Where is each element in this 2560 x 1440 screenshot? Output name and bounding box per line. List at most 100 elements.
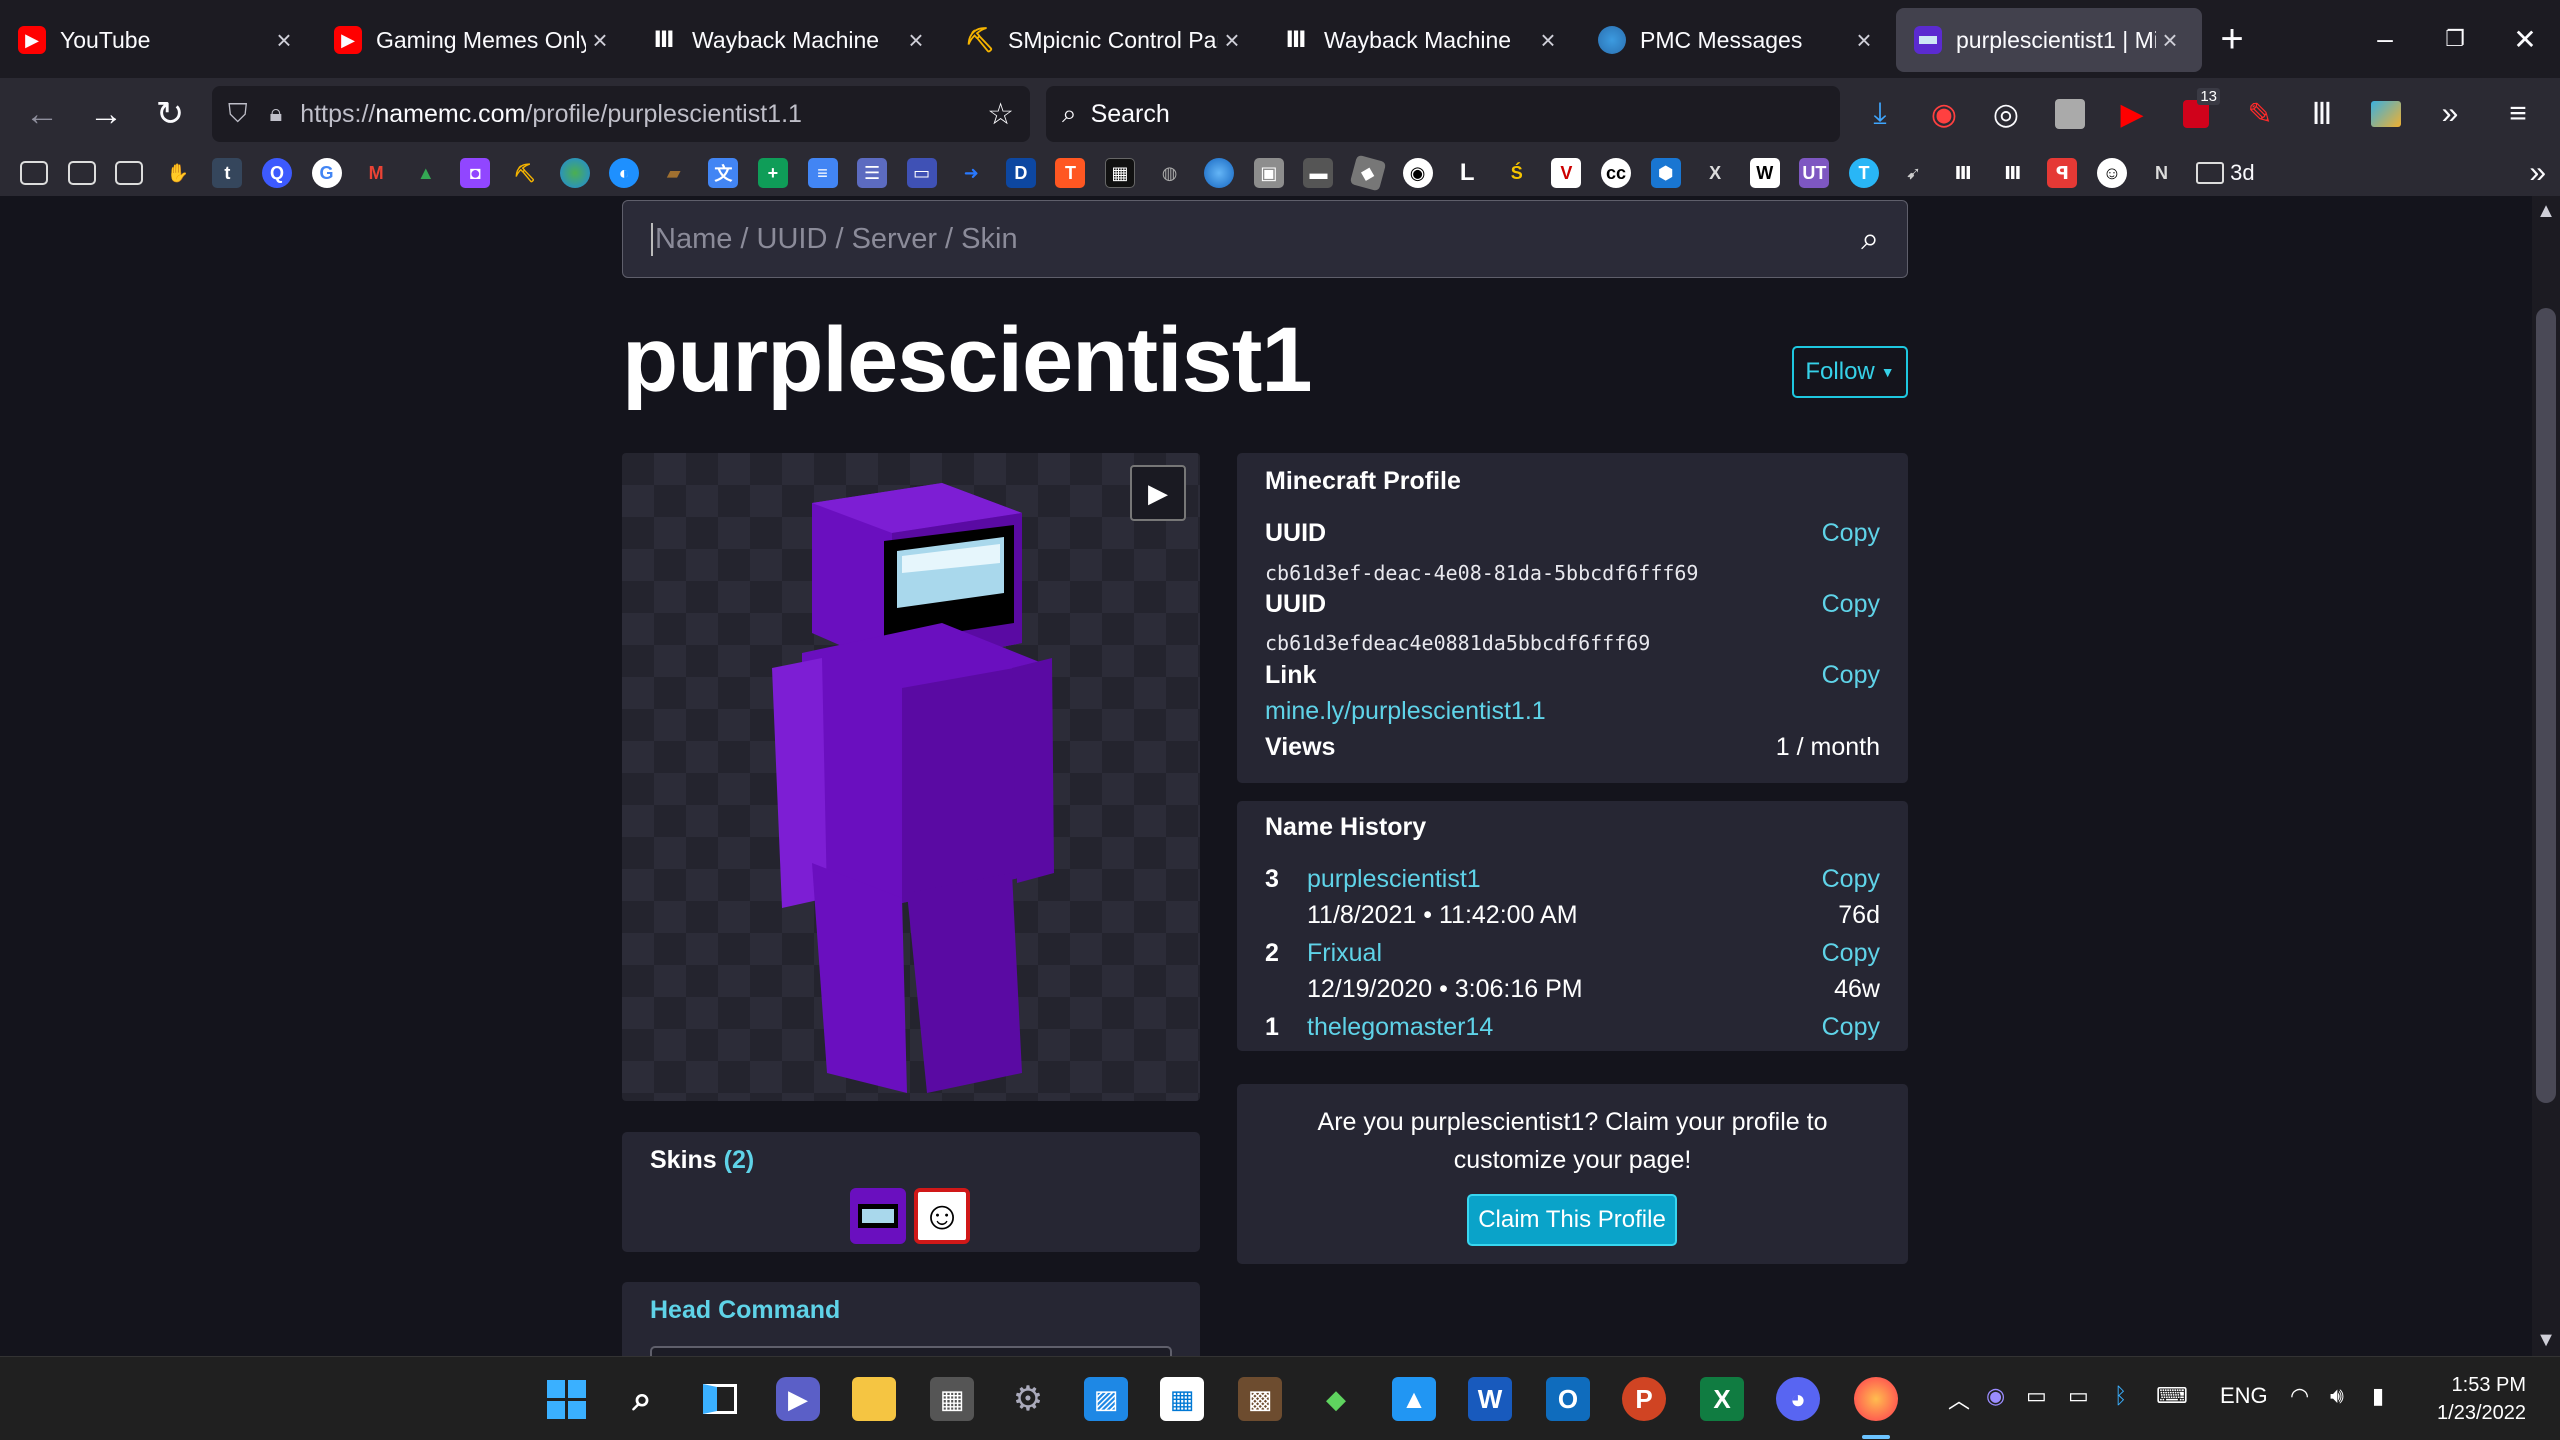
battery-icon[interactable]: ▭ <box>2026 1383 2047 1409</box>
system-clock[interactable]: 1:53 PM 1/23/2022 <box>2437 1371 2526 1427</box>
tab-namemc[interactable]: purplescientist1 | Minec × <box>1896 8 2202 72</box>
close-icon[interactable]: × <box>1534 25 1562 56</box>
teams-chat-icon[interactable]: ▶ <box>776 1377 820 1421</box>
search-bar[interactable]: ⌕ Search <box>1046 86 1840 142</box>
copy-name-button[interactable]: Copy <box>1822 939 1880 968</box>
bookmark-sphere-icon[interactable] <box>1204 158 1235 188</box>
bookmark-star-icon[interactable]: ☆ <box>987 97 1014 132</box>
bookmark-red-icon[interactable]: ꟼ <box>2047 158 2078 188</box>
history-name-link[interactable]: thelegomaster14 <box>1307 1013 1493 1042</box>
color-picker-icon[interactable]: ✎ <box>2232 86 2288 142</box>
bookmark-d-icon[interactable]: D <box>1005 158 1036 188</box>
minimize-icon[interactable]: – <box>2350 0 2420 78</box>
skin-thumbnail-amogus[interactable] <box>850 1188 906 1244</box>
head-command-input[interactable] <box>650 1346 1172 1356</box>
forward-icon[interactable]: → <box>74 86 138 142</box>
namemc-search-input[interactable]: Name / UUID / Server / Skin <box>651 222 1861 256</box>
photo-viewer-icon[interactable]: ▲ <box>1392 1377 1436 1421</box>
bookmark-drive-icon[interactable]: ▲ <box>411 158 441 188</box>
task-view-icon[interactable] <box>698 1377 742 1421</box>
windows-start-icon[interactable] <box>544 1377 588 1421</box>
close-icon[interactable]: × <box>1850 25 1878 56</box>
bookmark-forms-icon[interactable]: ☰ <box>857 158 888 188</box>
bookmark-sites-icon[interactable]: ▭ <box>906 158 937 188</box>
bluetooth-icon[interactable]: ᛒ <box>2114 1383 2127 1409</box>
tab-youtube[interactable]: ▶ YouTube × <box>0 8 316 72</box>
show-hidden-icons-icon[interactable]: ︿ <box>1948 1383 1970 1415</box>
bookmark-web-icon[interactable]: ◍ <box>1155 158 1185 188</box>
shield-icon[interactable]: ⛉ <box>228 98 248 130</box>
bookmark-hat-icon[interactable]: ▰ <box>659 158 689 188</box>
tab-pmc-messages[interactable]: PMC Messages × <box>1580 8 1896 72</box>
menu-icon[interactable]: ≡ <box>2490 86 2546 142</box>
minecraft-icon[interactable]: ▩ <box>1238 1377 1282 1421</box>
bookmark-v-icon[interactable]: V <box>1551 158 1582 188</box>
history-name-link[interactable]: purplescientist1 <box>1307 865 1481 894</box>
close-icon[interactable]: × <box>2156 25 2184 56</box>
scroll-up-icon[interactable]: ▲ <box>2532 200 2560 223</box>
firefox-icon[interactable] <box>1854 1377 1898 1421</box>
tab-smpicnic[interactable]: ⛏ SMpicnic Control Panel × <box>948 8 1264 72</box>
tab-wayback-2[interactable]: Ⅲ Wayback Machine × <box>1264 8 1580 72</box>
discord-icon[interactable]: ◕ <box>1776 1377 1820 1421</box>
bookmark-translate-icon[interactable]: 文 <box>708 158 739 188</box>
bookmark-l-icon[interactable]: L <box>1452 158 1482 188</box>
bookmark-tumblr-icon[interactable]: t <box>212 158 243 188</box>
bookmark-t-icon[interactable]: T <box>1055 158 1086 188</box>
bookmark-wikipedia-icon[interactable]: W <box>1749 158 1780 188</box>
bookmark-google-icon[interactable]: G <box>311 158 342 188</box>
bookmark-hex-icon[interactable]: ⬢ <box>1650 158 1681 188</box>
history-name-link[interactable]: Frixual <box>1307 939 1382 968</box>
bookmark-twitch-icon[interactable]: ◘ <box>460 158 491 188</box>
settings-icon[interactable]: ⚙ <box>1006 1377 1050 1421</box>
bookmark-arrow-icon[interactable]: ➜ <box>956 158 986 188</box>
url-bar[interactable]: ⛉ 🔒︎ https:// namemc.com /profile/purple… <box>212 86 1030 142</box>
reload-icon[interactable]: ↻ <box>138 86 202 142</box>
bookmark-ni-icon[interactable]: N <box>2147 158 2177 188</box>
close-window-icon[interactable]: ✕ <box>2490 0 2560 78</box>
bookmark-bar-icon[interactable]: ▬ <box>1303 158 1334 188</box>
file-explorer-icon[interactable] <box>852 1377 896 1421</box>
screen-capture-icon[interactable] <box>2358 86 2414 142</box>
archive-extension-icon[interactable]: Ⅲ <box>2294 86 2350 142</box>
search-icon[interactable]: ⌕ <box>620 1377 664 1421</box>
bookmarks-overflow-icon[interactable]: » <box>2529 156 2546 190</box>
extension-generic-icon[interactable] <box>2042 86 2098 142</box>
calculator-icon[interactable]: ▦ <box>930 1377 974 1421</box>
youtube-extension-icon[interactable]: ▶ <box>2104 86 2160 142</box>
bookmark-archive-icon[interactable]: Ⅲ <box>1998 158 2028 188</box>
bookmark-circle-icon[interactable]: ◐ <box>609 158 640 188</box>
bookmark-tile-icon[interactable]: ◆ <box>1349 154 1387 192</box>
close-icon[interactable]: × <box>270 25 298 56</box>
restore-icon[interactable]: ❐ <box>2420 0 2490 78</box>
bookmark-t2-icon[interactable]: T <box>1848 158 1879 188</box>
search-icon[interactable]: ⌕ <box>1861 220 1879 258</box>
copy-name-button[interactable]: Copy <box>1822 865 1880 894</box>
download-icon[interactable]: ⤓ <box>1852 86 1908 142</box>
follow-button[interactable]: Follow ▼ <box>1792 346 1908 398</box>
folder-icon[interactable] <box>67 161 96 185</box>
bookmark-docs-icon[interactable]: ≡ <box>807 158 838 188</box>
new-tab-button[interactable]: + <box>2202 17 2262 62</box>
adblock-icon[interactable]: 13 <box>2168 86 2224 142</box>
scroll-down-icon[interactable]: ▼ <box>2532 1329 2560 1352</box>
word-icon[interactable]: W <box>1468 1377 1512 1421</box>
extension-glasses-icon[interactable]: ◎ <box>1978 86 2034 142</box>
claim-profile-button[interactable]: Claim This Profile <box>1467 1194 1677 1246</box>
bookmark-film-icon[interactable]: ▦ <box>1105 158 1136 188</box>
volume-icon[interactable]: 🔊︎ <box>2330 1383 2344 1409</box>
bookmark-x-icon[interactable]: X <box>1700 158 1730 188</box>
bookmark-q-icon[interactable]: Q <box>261 158 292 188</box>
bookmark-sheets-icon[interactable]: + <box>757 158 788 188</box>
copy-name-button[interactable]: Copy <box>1822 1013 1880 1042</box>
copy-uuid-plain-button[interactable]: Copy <box>1822 590 1880 619</box>
bookmark-github-icon[interactable]: ◉ <box>1402 158 1433 188</box>
keyboard-icon[interactable]: ⌨ <box>2156 1383 2188 1409</box>
bookmark-face-icon[interactable]: ☺ <box>2096 158 2127 188</box>
scrollbar-thumb[interactable] <box>2536 308 2556 1103</box>
overflow-chevrons-icon[interactable]: » <box>2422 86 2478 142</box>
outlook-icon[interactable]: O <box>1546 1377 1590 1421</box>
bookmark-ut-icon[interactable]: UT <box>1799 158 1830 188</box>
bookmark-image-icon[interactable]: ▣ <box>1253 158 1284 188</box>
tray-app-icon[interactable]: ◉ <box>1986 1383 2005 1409</box>
